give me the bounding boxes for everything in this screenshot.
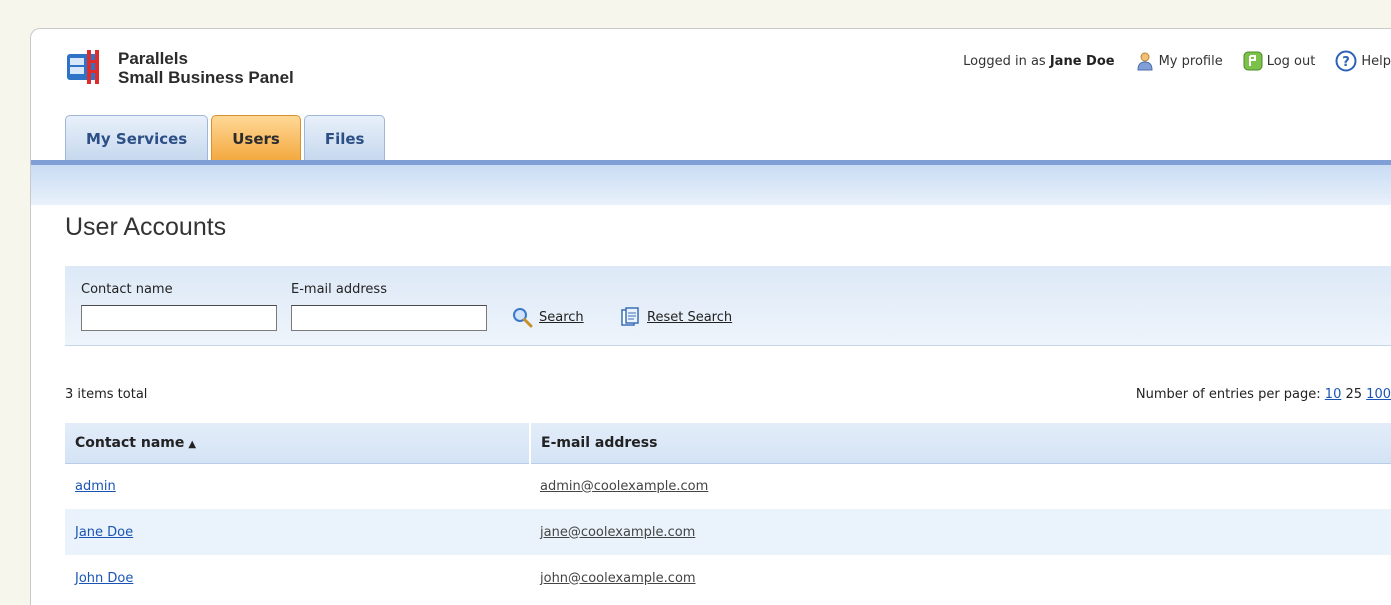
cell-contact-name: John Doe	[65, 555, 530, 601]
perpage-option-100[interactable]: 100	[1366, 387, 1391, 402]
entries-per-page-label: Number of entries per page:	[1135, 387, 1321, 402]
column-header-contact-name[interactable]: Contact name ▲	[65, 423, 531, 464]
parallels-logo-icon	[67, 50, 99, 84]
users-table: Contact name ▲ E-mail address admin admin…	[65, 423, 1391, 601]
sort-ascending-icon: ▲	[188, 438, 197, 450]
contact-name-link[interactable]: Jane Doe	[75, 525, 133, 540]
tab-files[interactable]: Files	[303, 115, 386, 161]
tab-users[interactable]: Users	[211, 115, 301, 161]
logged-in-user: Jane Doe	[1049, 53, 1115, 69]
cell-email: jane@coolexample.com	[530, 509, 1391, 555]
main-tabs: My Services Users Files	[65, 113, 388, 161]
log-out-label[interactable]: Log out	[1267, 54, 1316, 69]
brand-line-1: Parallels	[118, 49, 188, 68]
search-button[interactable]: Search	[511, 306, 584, 328]
logged-in-prefix: Logged in as	[963, 53, 1046, 69]
email-link[interactable]: jane@coolexample.com	[540, 525, 695, 540]
user-profile-icon	[1137, 52, 1153, 71]
log-out-link[interactable]: Log out	[1243, 51, 1316, 71]
contact-name-label: Contact name	[81, 282, 173, 297]
cell-contact-name: Jane Doe	[65, 509, 530, 555]
app-window: Parallels Small Business Panel Logged in…	[30, 28, 1391, 605]
header-band	[31, 165, 1391, 205]
top-bar: Logged in as Jane Doe My profile Log out…	[963, 49, 1391, 73]
cell-email: john@coolexample.com	[530, 555, 1391, 601]
table-row: Jane Doe jane@coolexample.com	[65, 509, 1391, 555]
log-out-icon	[1243, 51, 1263, 71]
email-address-label: E-mail address	[291, 282, 387, 297]
search-button-label[interactable]: Search	[539, 310, 584, 325]
my-profile-label[interactable]: My profile	[1159, 54, 1223, 69]
items-total: 3 items total	[65, 387, 148, 402]
search-panel: Contact name E-mail address Search Reset…	[65, 266, 1391, 346]
contact-name-link[interactable]: John Doe	[75, 571, 133, 586]
table-row: admin admin@coolexample.com	[65, 463, 1391, 509]
perpage-option-25: 25	[1345, 387, 1363, 402]
search-icon	[513, 308, 533, 328]
brand-name: Parallels Small Business Panel	[118, 49, 294, 87]
reset-search-button[interactable]: Reset Search	[619, 306, 732, 328]
perpage-option-10[interactable]: 10	[1325, 387, 1342, 402]
my-profile-link[interactable]: My profile	[1135, 51, 1223, 71]
column-header-email-address[interactable]: E-mail address	[530, 423, 1391, 464]
contact-name-input[interactable]	[81, 305, 277, 331]
page-title: User Accounts	[65, 213, 227, 241]
column-header-contact-name-label[interactable]: Contact name	[75, 435, 184, 451]
help-link[interactable]: ? Help	[1335, 50, 1391, 72]
contact-name-link[interactable]: admin	[75, 479, 116, 494]
table-row: John Doe john@coolexample.com	[65, 555, 1391, 601]
cell-contact-name: admin	[65, 463, 530, 509]
email-address-input[interactable]	[291, 305, 487, 331]
help-label[interactable]: Help	[1361, 54, 1391, 69]
reset-search-icon	[621, 307, 639, 326]
logged-in-status: Logged in as Jane Doe	[963, 54, 1114, 69]
help-icon: ?	[1335, 50, 1357, 72]
cell-email: admin@coolexample.com	[530, 463, 1391, 509]
svg-text:?: ?	[1343, 55, 1351, 70]
tab-my-services[interactable]: My Services	[65, 115, 209, 161]
entries-per-page: Number of entries per page: 10 25 100	[1136, 387, 1391, 402]
email-link[interactable]: john@coolexample.com	[540, 571, 696, 586]
table-header-row: Contact name ▲ E-mail address	[65, 423, 1391, 464]
reset-search-label[interactable]: Reset Search	[647, 310, 732, 325]
email-link[interactable]: admin@coolexample.com	[540, 479, 708, 494]
brand-line-2: Small Business Panel	[118, 68, 294, 87]
column-header-email-label[interactable]: E-mail address	[541, 435, 657, 451]
